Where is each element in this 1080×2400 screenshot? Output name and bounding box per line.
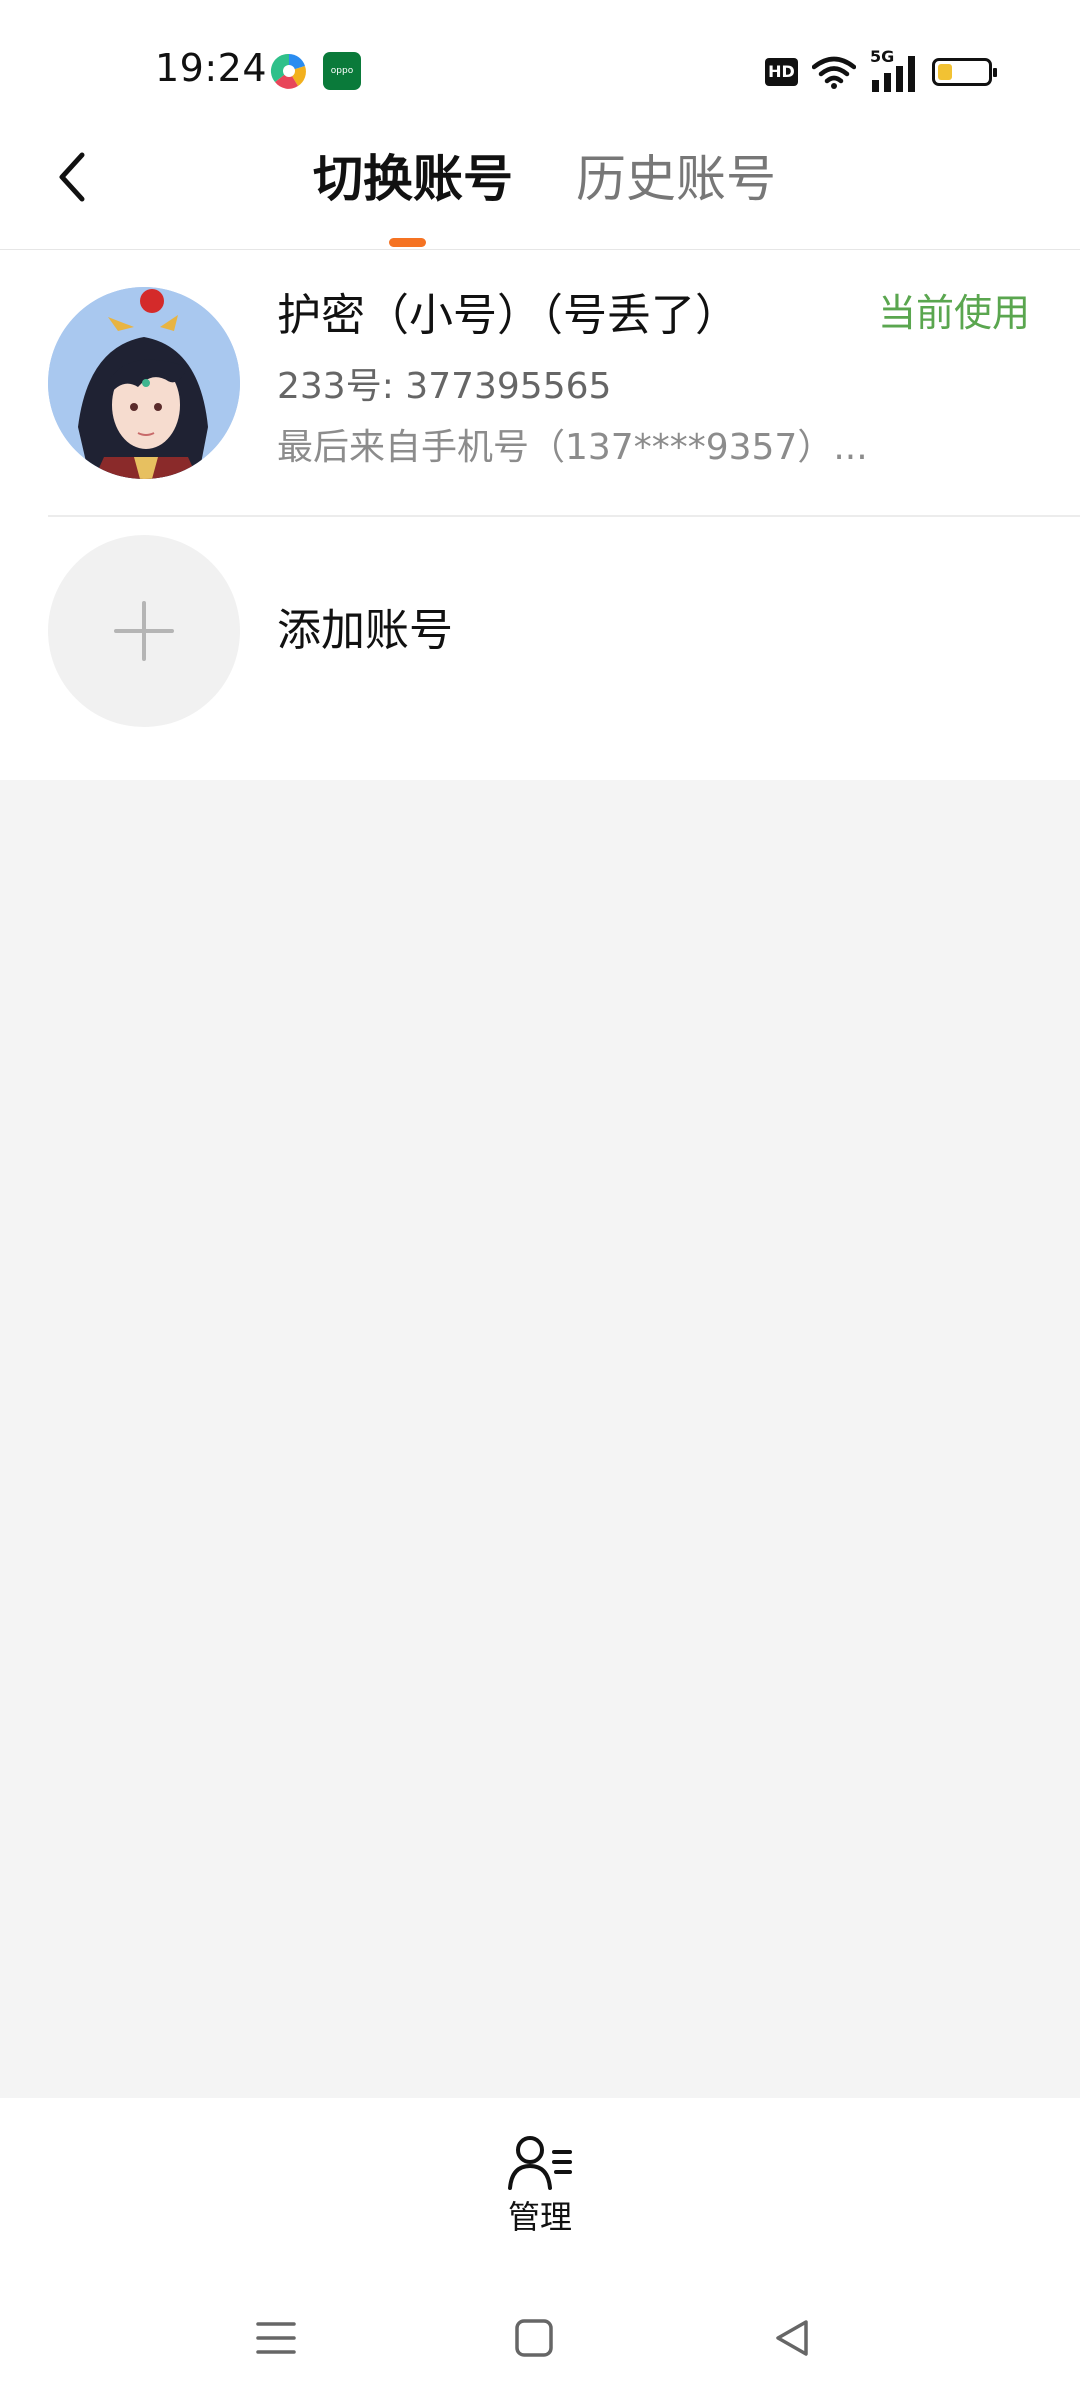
manage-label: 管理 (507, 2198, 572, 2236)
nav-back-button[interactable] (762, 2308, 822, 2368)
account-list: 护密（小号）（号丢了） 当前使用 233号: 377395565 最后来自手机号… (0, 250, 1080, 780)
user-manage-icon (508, 2136, 572, 2190)
status-time: 19:24 (155, 46, 268, 90)
manage-button[interactable]: 管理 (490, 2134, 590, 2254)
oppo-app-icon: oppo (323, 52, 361, 90)
add-account-circle[interactable] (48, 535, 240, 727)
add-account-label[interactable]: 添加账号 (277, 603, 453, 659)
signal-indicator: 5G (870, 48, 918, 92)
battery-icon (932, 58, 997, 86)
tab-switch-account[interactable]: 切换账号 (313, 147, 513, 211)
manage-bar: 管理 (0, 2098, 1080, 2270)
home-button[interactable] (504, 2308, 564, 2368)
status-bar: 19:24 oppo HD 5G (0, 0, 1080, 125)
menu-icon (256, 2322, 296, 2354)
chevron-left-icon (59, 152, 85, 202)
wifi-icon (812, 56, 856, 89)
home-square-icon (515, 2319, 553, 2357)
current-account-badge: 当前使用 (877, 291, 1030, 335)
account-last-login: 最后来自手机号（137****9357）... (277, 427, 868, 468)
recent-apps-button[interactable] (246, 2308, 306, 2368)
plus-icon (114, 601, 174, 661)
header: 切换账号 历史账号 (0, 125, 1080, 250)
battery-level-fill (938, 64, 952, 80)
status-indicators: HD 5G (765, 48, 997, 92)
signal-bars-icon (872, 56, 915, 92)
back-button[interactable] (42, 147, 102, 207)
anime-avatar-icon (48, 287, 240, 479)
system-nav-bar (0, 2270, 1080, 2400)
account-id: 233号: 377395565 (277, 366, 612, 407)
hd-badge: HD (765, 58, 798, 86)
multicolor-app-icon (270, 53, 306, 89)
avatar (48, 287, 240, 479)
account-name: 护密（小号）（号丢了） (277, 290, 739, 341)
tab-history-account[interactable]: 历史账号 (576, 147, 776, 211)
active-tab-indicator (389, 238, 426, 247)
account-item[interactable]: 护密（小号）（号丢了） 当前使用 233号: 377395565 最后来自手机号… (0, 250, 1080, 516)
back-triangle-icon (776, 2320, 808, 2356)
